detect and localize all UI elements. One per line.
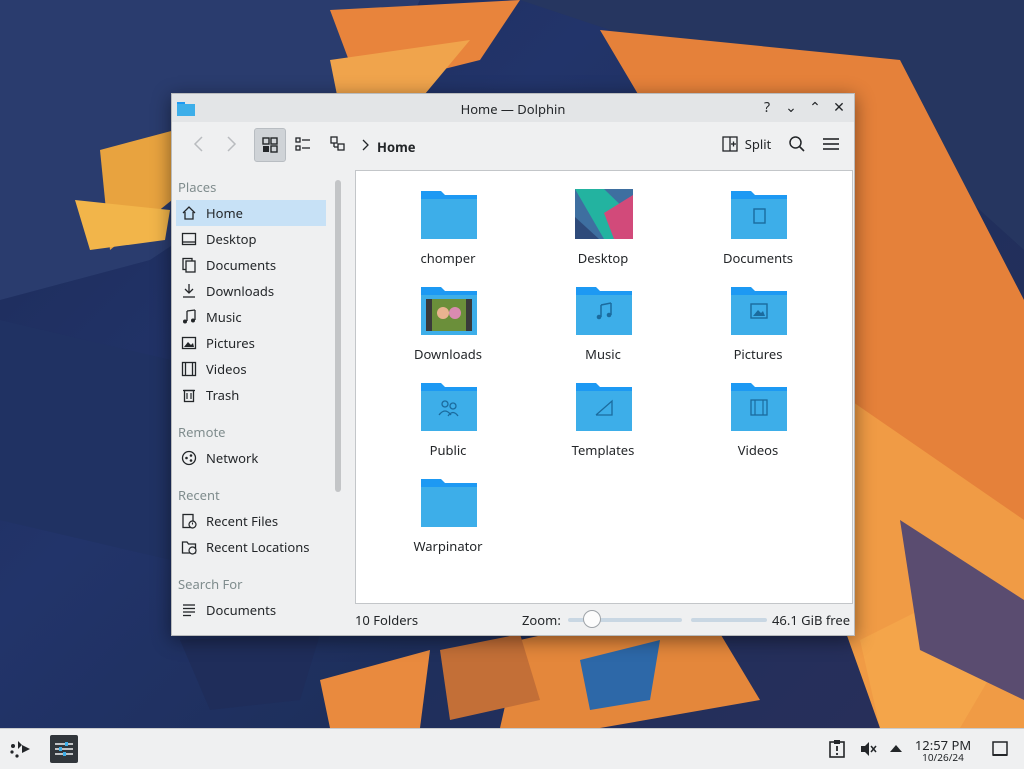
home-icon — [180, 204, 198, 222]
show-desktop-icon[interactable] — [990, 739, 1010, 759]
folder-music-icon — [576, 287, 632, 335]
maximize-button[interactable]: ⌃ — [806, 99, 824, 117]
file-view[interactable]: chomper Desktop Documents Downloads Musi… — [355, 170, 853, 604]
folder-pictures-icon — [731, 287, 787, 335]
place-pictures[interactable]: Pictures — [176, 330, 326, 356]
taskbar-panel: 12:57 PM 10/26/24 — [0, 728, 1024, 769]
minimize-button[interactable]: ⌄ — [782, 99, 800, 117]
forward-button[interactable] — [216, 128, 246, 160]
places-section-title: Places — [178, 178, 217, 196]
dolphin-window: Home — Dolphin ? ⌄ ⌃ ✕ Home Split Places… — [171, 93, 855, 636]
file-item-music[interactable]: Music — [528, 277, 678, 365]
place-home[interactable]: Home — [176, 200, 326, 226]
downloads-icon — [180, 282, 198, 300]
title-bar[interactable]: Home — Dolphin ? ⌄ ⌃ ✕ — [172, 94, 854, 122]
hamburger-menu-icon — [823, 138, 839, 150]
file-item-desktop[interactable]: Desktop — [528, 181, 678, 269]
folder-documents-icon — [731, 191, 787, 239]
places-scrollbar[interactable] — [335, 180, 341, 492]
videos-icon — [180, 360, 198, 378]
remote-section-title: Remote — [178, 423, 226, 441]
icons-view-icon — [262, 137, 278, 153]
toolbar: Home Split — [172, 126, 854, 162]
desktop-wallpaper-icon — [575, 189, 633, 239]
help-button[interactable]: ? — [758, 99, 776, 117]
file-item-pictures[interactable]: Pictures — [683, 277, 833, 365]
recent-section-title: Recent — [178, 486, 220, 504]
breadcrumb-chevron-icon — [362, 139, 369, 151]
application-launcher-icon[interactable] — [8, 737, 32, 761]
documents-icon — [180, 256, 198, 274]
place-network[interactable]: Network — [176, 445, 326, 471]
place-documents[interactable]: Documents — [176, 252, 326, 278]
file-item-public[interactable]: Public — [373, 373, 523, 461]
file-item-templates[interactable]: Templates — [528, 373, 678, 461]
folder-count: 10 Folders — [355, 611, 419, 629]
file-item-warpinator[interactable]: Warpinator — [373, 469, 523, 557]
file-item-downloads[interactable]: Downloads — [373, 277, 523, 365]
system-settings-icon — [55, 742, 73, 756]
place-downloads[interactable]: Downloads — [176, 278, 326, 304]
free-space-bar — [691, 618, 767, 622]
place-desktop[interactable]: Desktop — [176, 226, 326, 252]
trash-icon — [180, 386, 198, 404]
file-item-chomper[interactable]: chomper — [373, 181, 523, 269]
pictures-icon — [180, 334, 198, 352]
compact-view-icon — [295, 137, 310, 151]
file-item-videos[interactable]: Videos — [683, 373, 833, 461]
details-view-icon — [330, 136, 345, 151]
window-title: Home — Dolphin — [460, 100, 566, 118]
file-item-documents[interactable]: Documents — [683, 181, 833, 269]
split-label: Split — [744, 135, 772, 153]
task-dolphin[interactable] — [50, 735, 78, 763]
places-panel: Places Home Desktop Documents Downloads … — [172, 168, 332, 634]
place-recent-locations[interactable]: Recent Locations — [176, 534, 326, 560]
menu-button[interactable] — [816, 128, 846, 160]
folder-public-icon — [421, 383, 477, 431]
icons-view-button[interactable] — [254, 128, 286, 162]
status-bar: 10 Folders Zoom: 46.1 GiB free — [172, 604, 854, 634]
place-trash[interactable]: Trash — [176, 382, 326, 408]
desktop-icon — [180, 230, 198, 248]
folder-downloads-thumbnail-icon — [421, 287, 477, 335]
folder-templates-icon — [576, 383, 632, 431]
search-for-section-title: Search For — [178, 575, 243, 593]
place-recent-files[interactable]: Recent Files — [176, 508, 326, 534]
search-button[interactable] — [782, 128, 812, 160]
compact-view-button[interactable] — [288, 128, 318, 160]
zoom-slider-handle[interactable] — [582, 610, 601, 628]
split-view-icon — [722, 136, 738, 152]
search-icon — [789, 136, 805, 152]
place-videos[interactable]: Videos — [176, 356, 326, 382]
folder-videos-icon — [731, 383, 787, 431]
arrow-left-icon — [193, 136, 203, 152]
folder-icon — [421, 479, 477, 527]
network-icon — [180, 449, 198, 467]
show-hidden-icons-icon[interactable] — [886, 739, 906, 759]
breadcrumb-home[interactable]: Home — [377, 138, 416, 156]
free-space-label: 46.1 GiB free — [772, 611, 851, 629]
place-music[interactable]: Music — [176, 304, 326, 330]
recent-locations-icon — [180, 538, 198, 556]
music-icon — [180, 308, 198, 326]
split-button[interactable]: Split — [716, 128, 776, 160]
arrow-right-icon — [227, 136, 237, 152]
volume-muted-icon[interactable] — [858, 739, 878, 759]
details-view-button[interactable] — [323, 128, 353, 160]
recent-files-icon — [180, 512, 198, 530]
close-button[interactable]: ✕ — [830, 99, 848, 117]
back-button[interactable] — [184, 128, 214, 160]
zoom-label: Zoom: — [522, 611, 561, 629]
clipboard-icon[interactable] — [827, 739, 847, 759]
folder-icon — [421, 191, 477, 239]
clock-date[interactable]: 10/26/24 — [913, 750, 973, 764]
